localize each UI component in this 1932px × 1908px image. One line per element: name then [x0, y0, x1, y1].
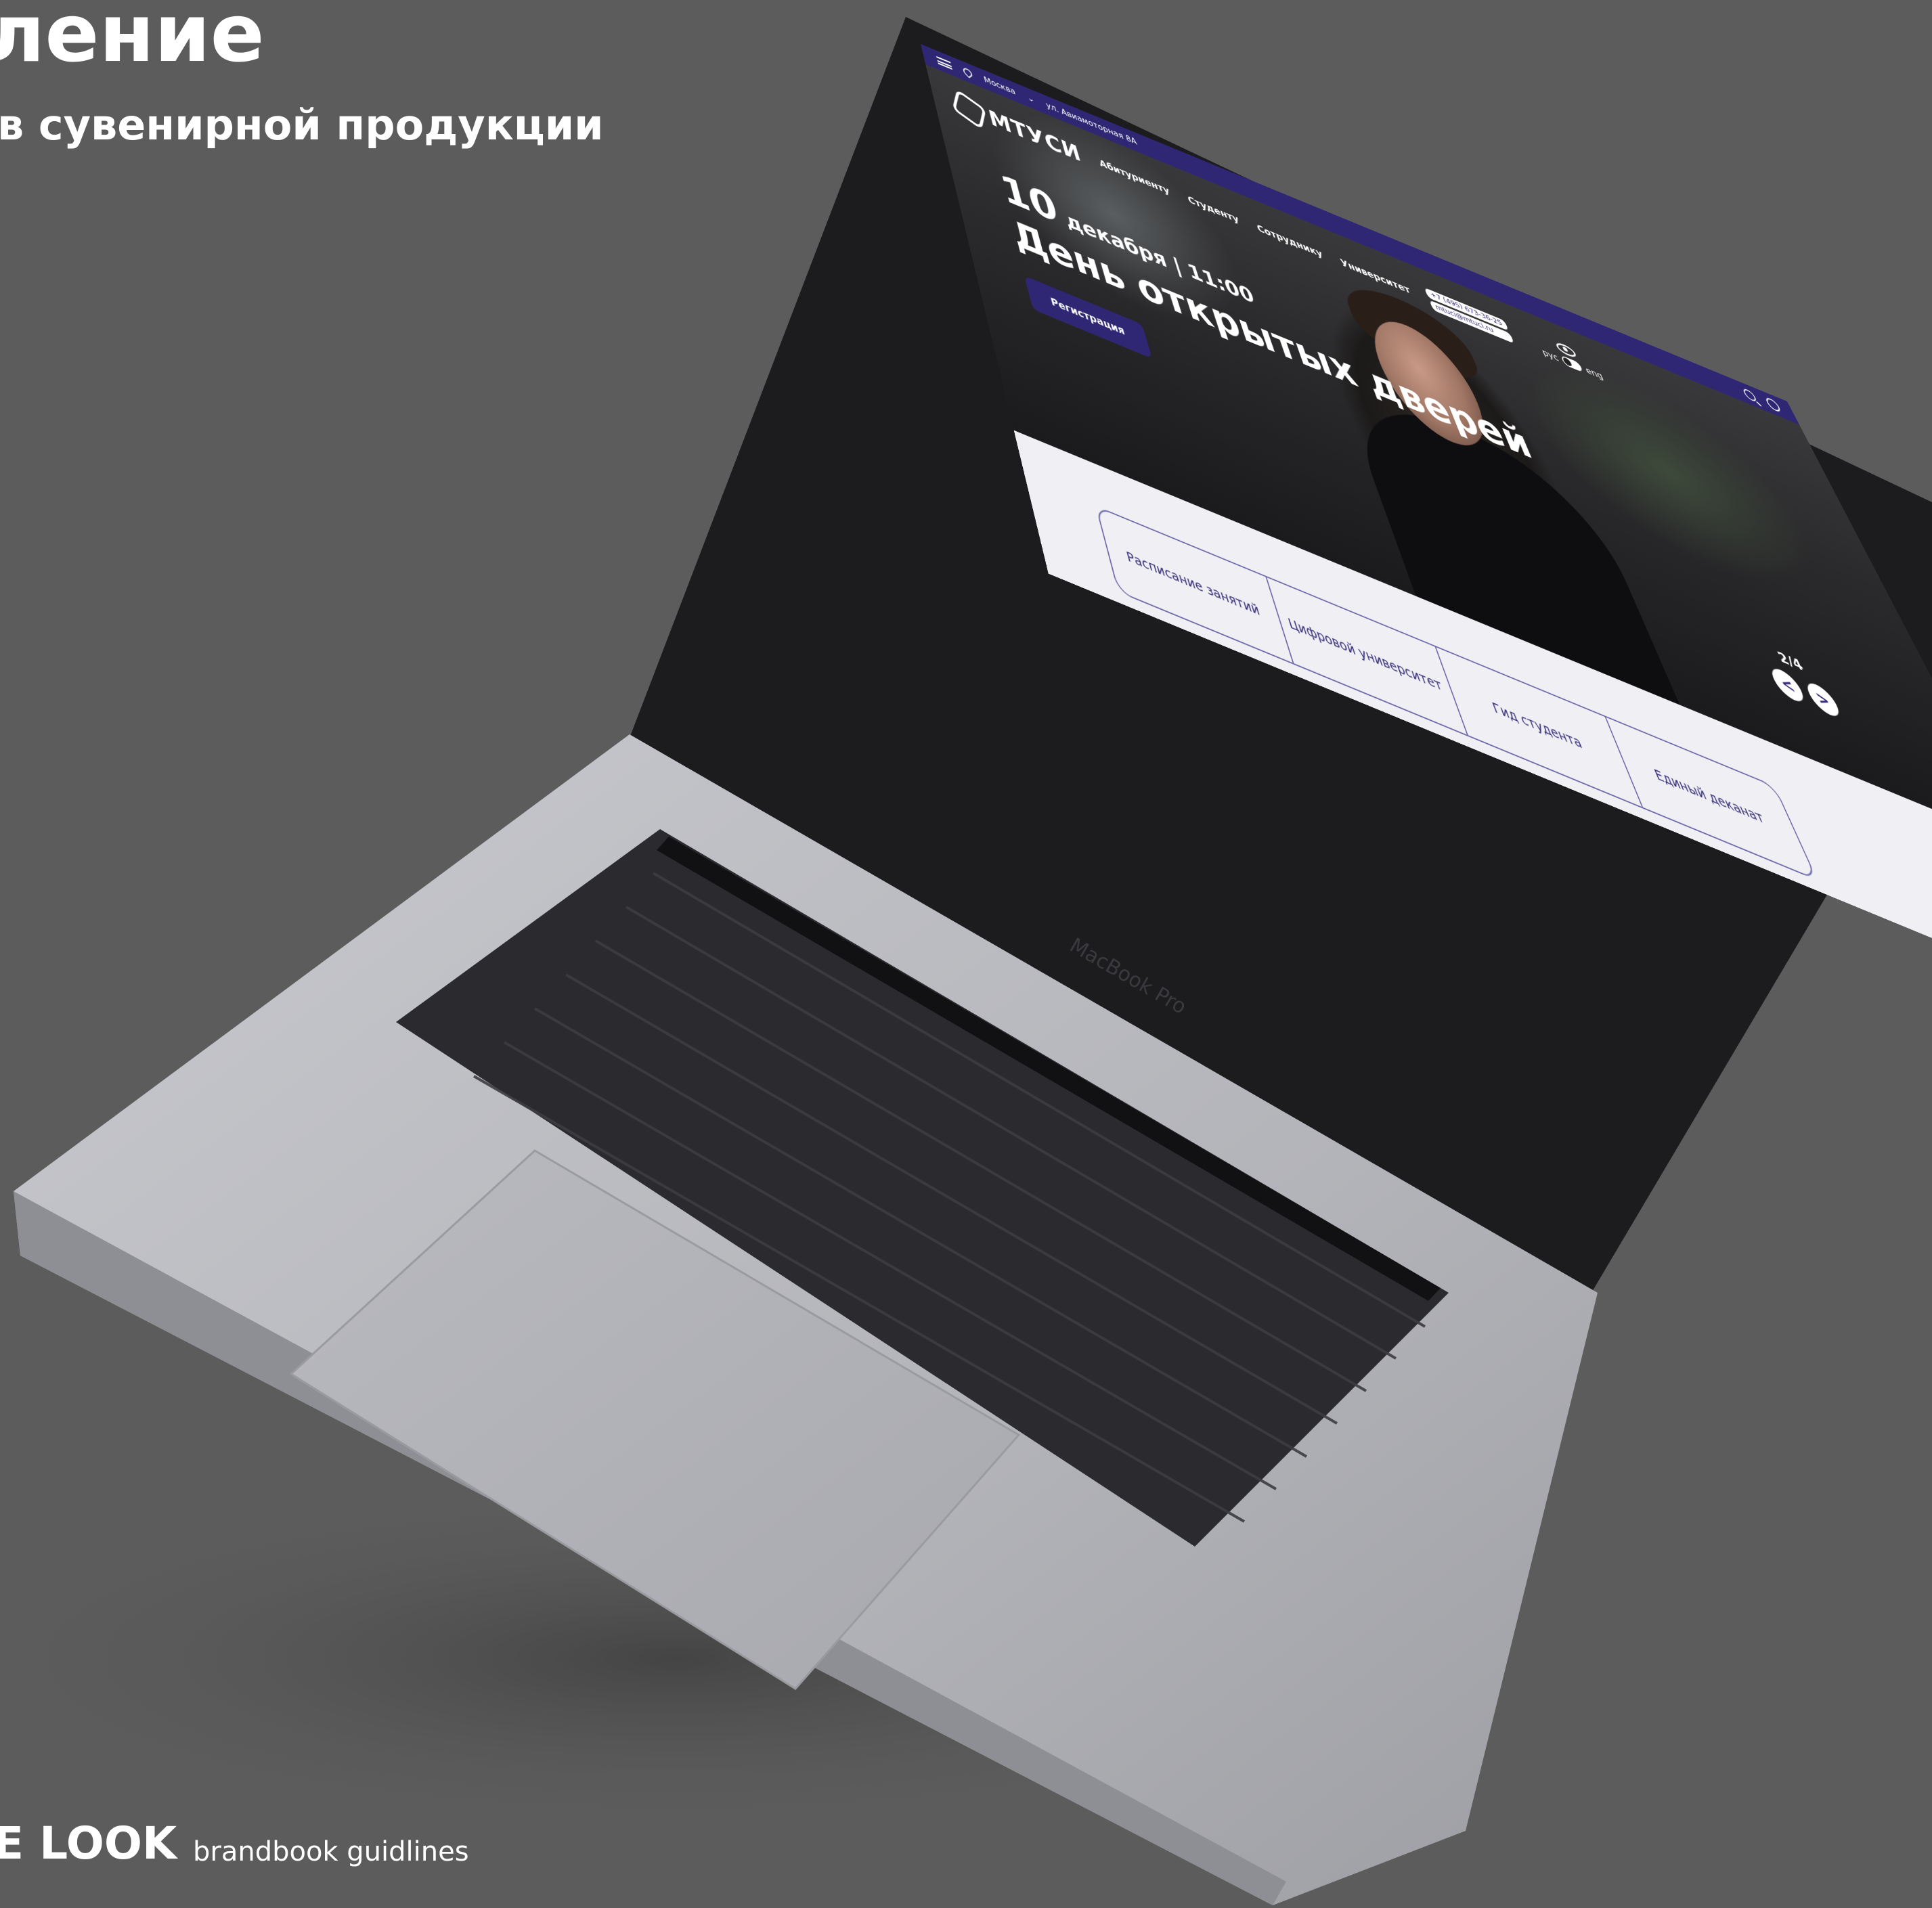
- nav-item-student[interactable]: Студенту: [1187, 194, 1241, 225]
- language-toggle[interactable]: [1560, 355, 1584, 373]
- menu-icon[interactable]: [936, 56, 952, 70]
- nav-item-applicant[interactable]: Абитуриенту: [1098, 158, 1171, 197]
- lang-ru[interactable]: рус: [1540, 347, 1560, 363]
- location-pin-icon: [961, 67, 974, 79]
- nav-item-employee[interactable]: Сотруднику: [1256, 223, 1325, 260]
- nav-item-university[interactable]: Университет: [1339, 257, 1412, 296]
- chevron-down-icon[interactable]: ⌄: [1026, 93, 1036, 104]
- logo-hexagon-icon: [952, 89, 986, 130]
- lang-en[interactable]: eng: [1583, 364, 1605, 382]
- search-icon[interactable]: [1741, 387, 1759, 403]
- laptop-illustration: [0, 17, 1932, 1905]
